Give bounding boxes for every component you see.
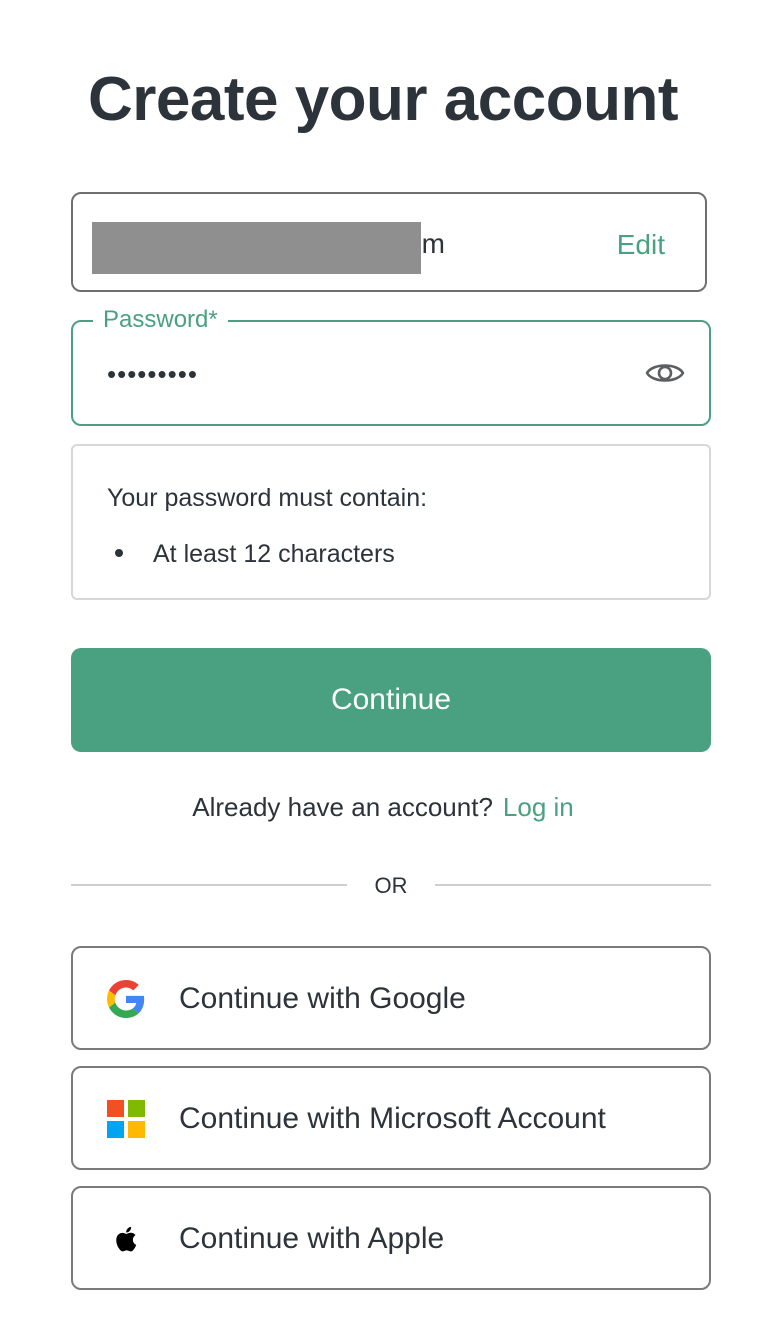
- continue-with-apple-button[interactable]: Continue with Apple: [71, 1186, 711, 1290]
- password-label: Password*: [93, 304, 228, 336]
- requirements-title: Your password must contain:: [107, 484, 428, 512]
- login-link[interactable]: Log in: [503, 792, 574, 822]
- requirement-item: At least 12 characters: [115, 538, 395, 570]
- apple-button-label: Continue with Apple: [179, 1222, 445, 1255]
- microsoft-icon: [107, 1100, 145, 1138]
- continue-with-microsoft-button[interactable]: Continue with Microsoft Account: [71, 1066, 711, 1170]
- page-title: Create your account: [87, 65, 679, 134]
- eye-icon[interactable]: [645, 358, 685, 388]
- continue-with-google-button[interactable]: Continue with Google: [71, 946, 711, 1050]
- password-requirements: Your password must contain: At least 12 …: [71, 444, 711, 600]
- email-redaction: [92, 222, 421, 274]
- apple-icon: [107, 1220, 145, 1258]
- edit-email-link[interactable]: Edit: [617, 227, 665, 263]
- microsoft-button-label: Continue with Microsoft Account: [179, 1102, 606, 1135]
- password-field[interactable]: Password* •••••••••: [71, 304, 711, 426]
- email-field: om Edit: [71, 192, 707, 292]
- divider-left: [71, 884, 347, 886]
- continue-button[interactable]: Continue: [71, 648, 711, 752]
- login-prompt-text: Already have an account?: [192, 792, 493, 822]
- password-input-value[interactable]: •••••••••: [107, 356, 198, 392]
- or-divider-text: OR: [374, 873, 408, 898]
- divider-right: [435, 884, 711, 886]
- login-prompt: Already have an account? Log in: [0, 790, 766, 824]
- google-button-label: Continue with Google: [179, 982, 466, 1015]
- google-icon: [107, 980, 145, 1018]
- bullet-icon: [115, 549, 123, 558]
